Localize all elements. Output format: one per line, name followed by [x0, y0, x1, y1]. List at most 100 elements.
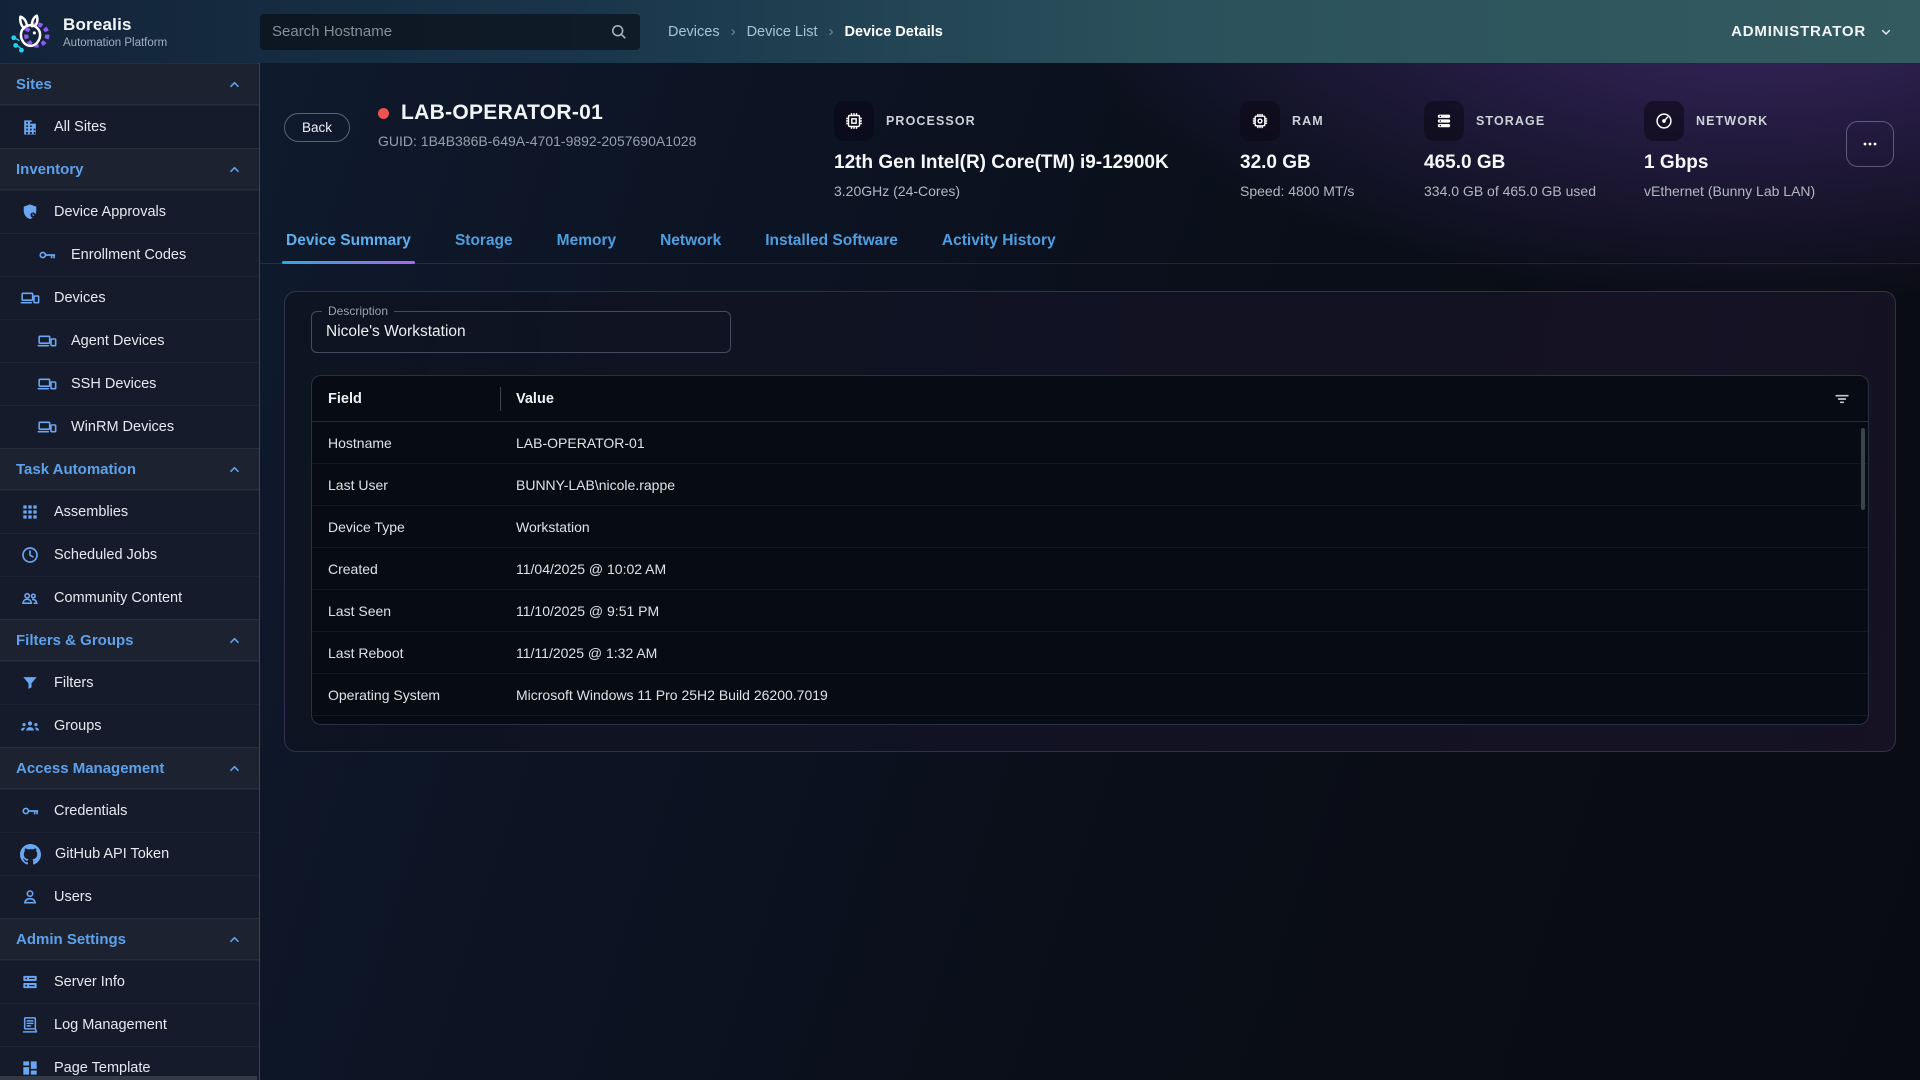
search-input[interactable]: [272, 23, 609, 40]
stat-label: RAM: [1292, 114, 1324, 128]
sidebar-item-assemblies[interactable]: Assemblies: [0, 490, 259, 533]
row-field: Device Type: [328, 519, 500, 535]
table-scrollbar[interactable]: [1861, 428, 1865, 510]
stat-label: NETWORK: [1696, 114, 1768, 128]
breadcrumb-item-device-list[interactable]: Device List: [747, 24, 818, 40]
sidebar-item-label: Groups: [54, 718, 102, 734]
tab-network[interactable]: Network: [658, 223, 723, 263]
tab-device-summary[interactable]: Device Summary: [284, 223, 413, 263]
building-icon: [20, 117, 40, 137]
device-title-block: LAB-OPERATOR-01 GUID: 1B4B386B-649A-4701…: [378, 101, 696, 199]
shield-icon: [20, 202, 40, 222]
sidebar-item-ssh-devices[interactable]: SSH Devices: [0, 362, 259, 405]
sidebar-item-users[interactable]: Users: [0, 875, 259, 918]
sidebar-item-label: Device Approvals: [54, 204, 166, 220]
stat-value: 465.0 GB: [1424, 152, 1610, 174]
sidebar-item-label: Agent Devices: [71, 333, 165, 349]
table-row-last-reboot: Last Reboot11/11/2025 @ 1:32 AM: [312, 632, 1868, 674]
user-menu-label: ADMINISTRATOR: [1731, 23, 1866, 40]
topbar: Borealis Automation Platform Devices›Dev…: [0, 0, 1920, 63]
stat-tile: [1424, 101, 1464, 141]
chevron-up-icon: [226, 461, 243, 478]
row-value: 11/10/2025 @ 9:51 PM: [500, 603, 1852, 619]
sidebar-item-credentials[interactable]: Credentials: [0, 789, 259, 832]
sidebar-item-label: All Sites: [54, 119, 106, 135]
key-icon: [20, 801, 40, 821]
sidebar-item-winrm-devices[interactable]: WinRM Devices: [0, 405, 259, 448]
stat-value: 1 Gbps: [1644, 152, 1840, 174]
sidebar-item-label: Page Template: [54, 1060, 150, 1076]
stat-ram: RAM32.0 GBSpeed: 4800 MT/s: [1240, 101, 1390, 199]
search-box[interactable]: [260, 14, 640, 50]
column-header-value: Value: [500, 391, 1852, 407]
brand-text: Borealis Automation Platform: [63, 15, 167, 49]
table-row-hostname: HostnameLAB-OPERATOR-01: [312, 422, 1868, 464]
sidebar-section-access-management[interactable]: Access Management: [0, 747, 259, 789]
sidebar-item-all-sites[interactable]: All Sites: [0, 105, 259, 148]
stat-network: NETWORK 1 Gbps vEthernet (Bunny Lab LAN): [1644, 101, 1840, 199]
sidebar-item-agent-devices[interactable]: Agent Devices: [0, 319, 259, 362]
summary-table: Field Value HostnameLAB-OPERATOR-01Last …: [311, 375, 1869, 725]
sidebar-item-enrollment-codes[interactable]: Enrollment Codes: [0, 233, 259, 276]
people-icon: [20, 588, 40, 608]
stat-sub: Speed: 4800 MT/s: [1240, 183, 1390, 199]
sidebar-item-label: Credentials: [54, 803, 127, 819]
sidebar-item-community-content[interactable]: Community Content: [0, 576, 259, 619]
tab-bar: Device Summary Storage Memory Network Instal…: [260, 223, 1920, 264]
shell: Sites All Sites Inventory Device Approvals E…: [0, 63, 1920, 1080]
sidebar-item-device-approvals[interactable]: Device Approvals: [0, 190, 259, 233]
cpu-icon: [844, 111, 864, 131]
sidebar-item-devices[interactable]: Devices: [0, 276, 259, 319]
stat-value: 12th Gen Intel(R) Core(TM) i9-12900K: [834, 152, 1206, 174]
sidebar-item-groups[interactable]: Groups: [0, 704, 259, 747]
stat-sub: vEthernet (Bunny Lab LAN): [1644, 183, 1840, 199]
template-icon: [20, 1058, 40, 1078]
chevron-up-icon: [226, 76, 243, 93]
filter-icon[interactable]: [1832, 389, 1852, 409]
person-icon: [20, 887, 40, 907]
chevron-up-icon: [226, 760, 243, 777]
device-header: Back LAB-OPERATOR-01 GUID: 1B4B386B-649A…: [260, 63, 1920, 199]
back-button[interactable]: Back: [284, 113, 350, 142]
tab-memory[interactable]: Memory: [555, 223, 618, 263]
breadcrumb-item-devices[interactable]: Devices: [668, 24, 720, 40]
sidebar-item-scheduled-jobs[interactable]: Scheduled Jobs: [0, 533, 259, 576]
devices-icon: [37, 374, 57, 394]
description-field[interactable]: Description: [311, 311, 731, 353]
user-menu[interactable]: ADMINISTRATOR: [1731, 23, 1894, 40]
sidebar-scrollbar[interactable]: [0, 1076, 257, 1080]
row-field: Created: [328, 561, 500, 577]
devices-icon: [37, 417, 57, 437]
stat-tile: [1240, 101, 1280, 141]
search-icon: [609, 22, 628, 41]
groups-icon: [20, 716, 40, 736]
sidebar-section-sites[interactable]: Sites: [0, 63, 259, 105]
sidebar-section-admin-settings[interactable]: Admin Settings: [0, 918, 259, 960]
sidebar-section-inventory[interactable]: Inventory: [0, 148, 259, 190]
sidebar-item-log-management[interactable]: Log Management: [0, 1003, 259, 1046]
brand-name: Borealis: [63, 15, 167, 35]
stat-sub: 334.0 GB of 465.0 GB used: [1424, 183, 1610, 199]
sidebar: Sites All Sites Inventory Device Approvals E…: [0, 63, 260, 1080]
devices-icon: [37, 331, 57, 351]
device-guid: GUID: 1B4B386B-649A-4701-9892-2057690A10…: [378, 133, 696, 149]
stat-tile: [834, 101, 874, 141]
description-input[interactable]: [326, 323, 716, 341]
tab-installed-software[interactable]: Installed Software: [763, 223, 900, 263]
tab-activity-history[interactable]: Activity History: [940, 223, 1058, 263]
sidebar-item-page-template[interactable]: Page Template: [0, 1046, 259, 1080]
chevron-up-icon: [226, 632, 243, 649]
tab-storage[interactable]: Storage: [453, 223, 515, 263]
brand-subtitle: Automation Platform: [63, 37, 167, 49]
sidebar-item-github-api-token[interactable]: GitHub API Token: [0, 832, 259, 875]
breadcrumb-item-device-details[interactable]: Device Details: [845, 24, 943, 40]
sidebar-item-server-info[interactable]: Server Info: [0, 960, 259, 1003]
table-row-device-type: Device TypeWorkstation: [312, 506, 1868, 548]
ellipsis-icon: [1860, 134, 1880, 154]
sidebar-section-filters-groups[interactable]: Filters & Groups: [0, 619, 259, 661]
sidebar-section-task-automation[interactable]: Task Automation: [0, 448, 259, 490]
sidebar-item-label: SSH Devices: [71, 376, 156, 392]
more-actions-button[interactable]: [1846, 121, 1894, 167]
sidebar-item-filters[interactable]: Filters: [0, 661, 259, 704]
sidebar-section-label: Task Automation: [16, 461, 136, 478]
